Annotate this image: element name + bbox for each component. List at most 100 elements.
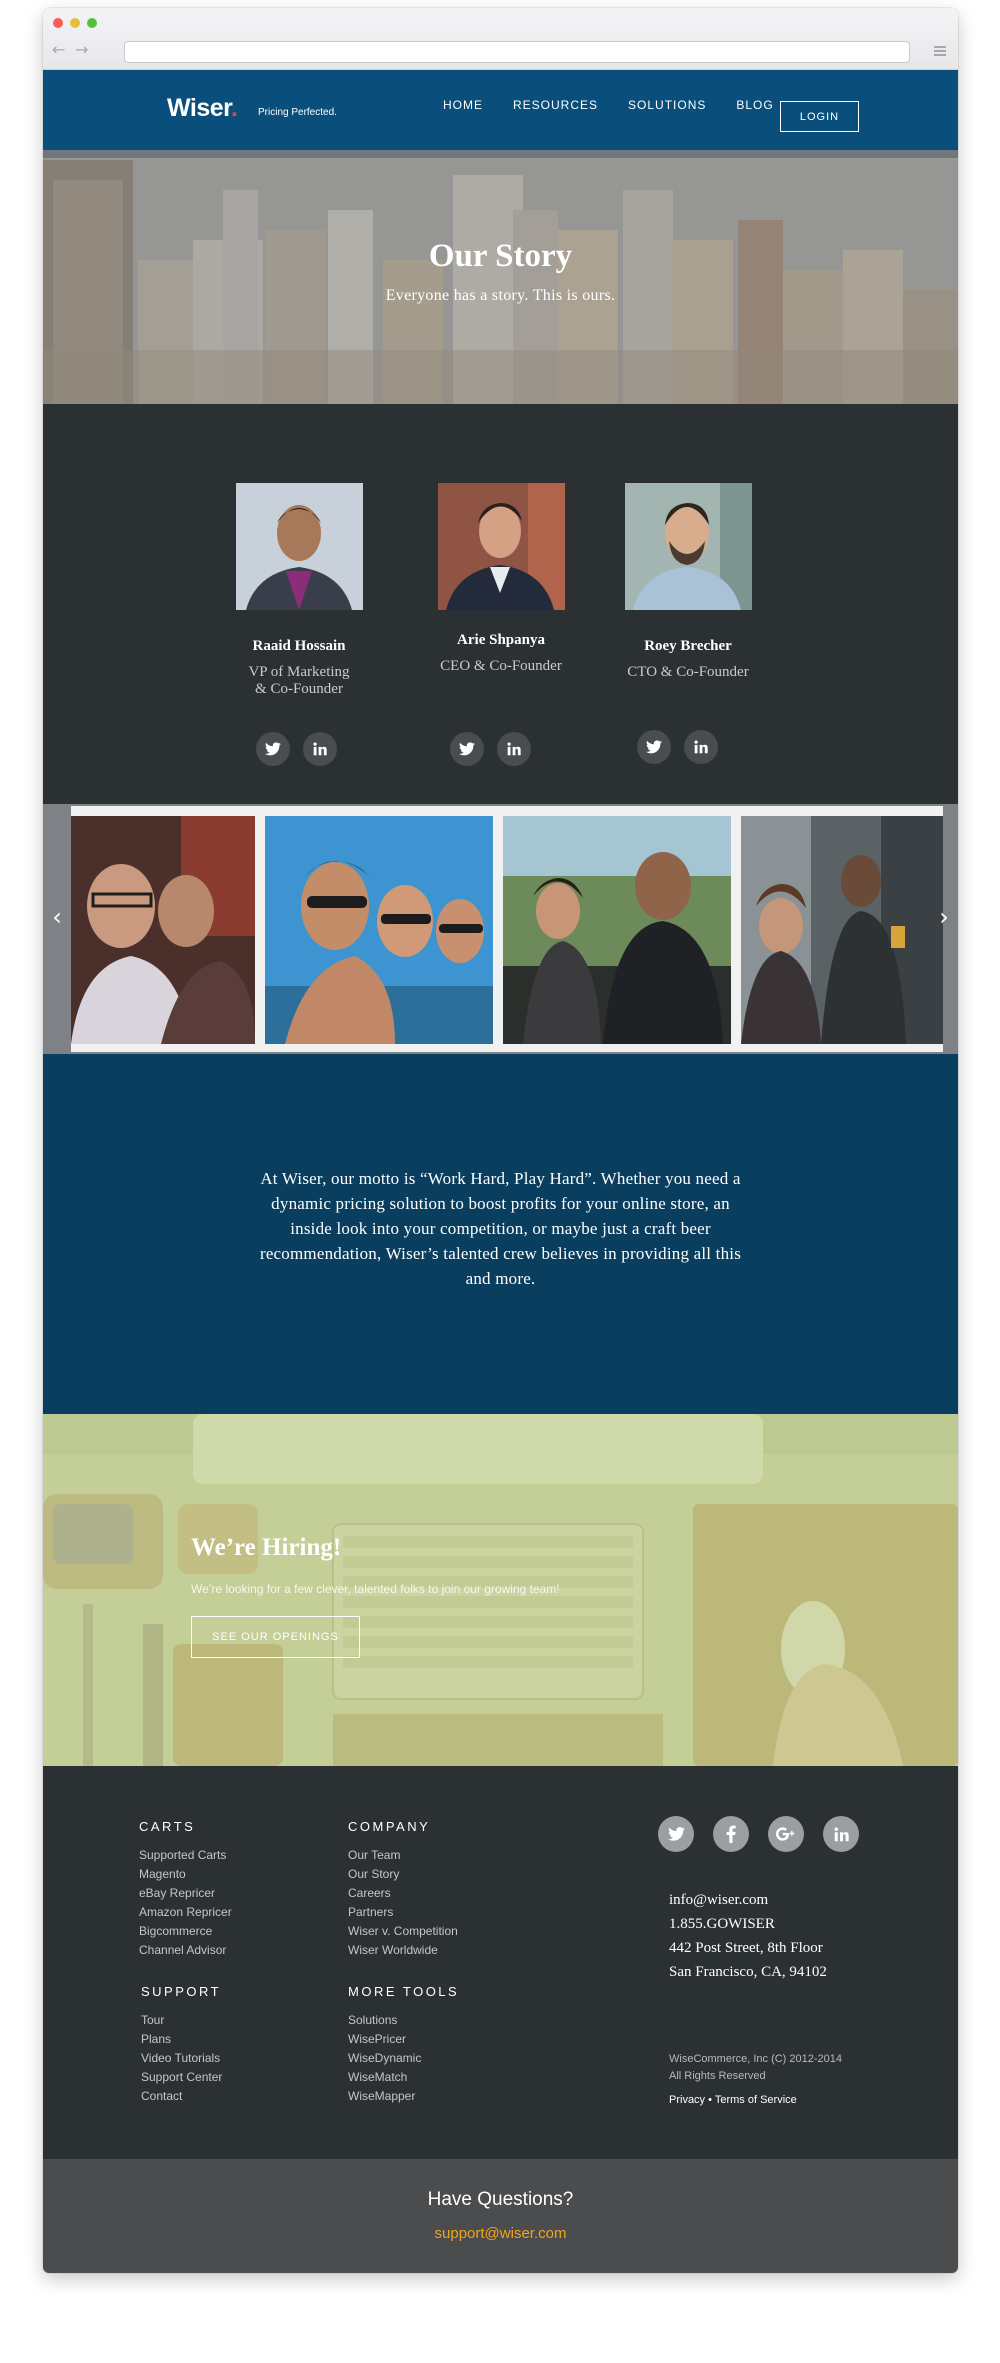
legal-separator: • bbox=[708, 2094, 712, 2106]
photo-gallery: ‹ › bbox=[43, 804, 958, 1054]
address-bar[interactable] bbox=[124, 41, 910, 63]
footer-link-our-team[interactable]: Our Team bbox=[348, 1846, 458, 1865]
page-title: Our Story bbox=[428, 238, 573, 274]
footer-link-magento[interactable]: Magento bbox=[139, 1865, 232, 1884]
legal-links: Privacy • Terms of Service bbox=[669, 2094, 797, 2106]
contact-address-line2: San Francisco, CA, 94102 bbox=[669, 1964, 827, 1980]
contact-email[interactable]: info@wiser.com bbox=[669, 1888, 827, 1912]
google-plus-icon[interactable] bbox=[768, 1816, 804, 1852]
hiring-title: We’re Hiring! bbox=[191, 1534, 342, 1561]
twitter-icon[interactable] bbox=[256, 732, 290, 766]
footer-link-amazon-repricer[interactable]: Amazon Repricer bbox=[139, 1903, 232, 1922]
contact-phone[interactable]: 1.855.GOWISER bbox=[669, 1912, 827, 1936]
footer-link-channel-advisor[interactable]: Channel Advisor bbox=[139, 1941, 232, 1960]
rights-text: All Rights Reserved bbox=[669, 2070, 766, 2082]
team-member-name: Arie Shpanya bbox=[457, 632, 545, 648]
forward-arrow-icon[interactable]: → bbox=[75, 42, 88, 58]
legal-text: WiseCommerce, Inc (C) 2012-2014 All Righ… bbox=[669, 2051, 842, 2085]
copyright-text: WiseCommerce, Inc (C) 2012-2014 bbox=[669, 2053, 843, 2065]
page-subtitle: Everyone has a story. This is ours. bbox=[385, 287, 616, 304]
footer-link-tour[interactable]: Tour bbox=[141, 2011, 222, 2030]
footer-social-links bbox=[658, 1816, 859, 1852]
nav-blog[interactable]: BLOG bbox=[736, 98, 773, 112]
footer-link-solutions[interactable]: Solutions bbox=[348, 2011, 459, 2030]
questions-section: Have Questions? support@wiser.com bbox=[43, 2159, 958, 2273]
close-window-button[interactable] bbox=[53, 18, 63, 28]
facebook-icon[interactable] bbox=[713, 1816, 749, 1852]
team-member-raaid: Raaid Hossain VP of Marketing & Co-Founde… bbox=[199, 483, 399, 698]
nav-solutions[interactable]: SOLUTIONS bbox=[628, 98, 706, 112]
nav-resources[interactable]: RESOURCES bbox=[513, 98, 598, 112]
team-member-photo bbox=[624, 483, 752, 610]
support-email-link[interactable]: support@wiser.com bbox=[43, 2225, 958, 2242]
footer-link-support-center[interactable]: Support Center bbox=[141, 2068, 222, 2087]
minimize-window-button[interactable] bbox=[70, 18, 80, 28]
maximize-window-button[interactable] bbox=[87, 18, 97, 28]
gallery-photo[interactable] bbox=[265, 816, 493, 1044]
linkedin-icon[interactable] bbox=[823, 1816, 859, 1852]
privacy-link[interactable]: Privacy bbox=[669, 2094, 705, 2106]
hero-divider bbox=[43, 150, 958, 158]
team-section: Raaid Hossain VP of Marketing & Co-Founde… bbox=[43, 404, 958, 804]
gallery-photo[interactable] bbox=[741, 816, 943, 1044]
team-member-name: Roey Brecher bbox=[644, 638, 732, 654]
nav-home[interactable]: HOME bbox=[443, 98, 483, 112]
footer-carts-column: CARTS Supported Carts Magento eBay Repri… bbox=[139, 1819, 232, 1960]
twitter-icon[interactable] bbox=[658, 1816, 694, 1852]
footer-support-column: SUPPORT Tour Plans Video Tutorials Suppo… bbox=[141, 1984, 222, 2106]
questions-title: Have Questions? bbox=[427, 2189, 574, 2210]
footer-heading: SUPPORT bbox=[141, 1984, 222, 1999]
contact-address-line1: 442 Post Street, 8th Floor bbox=[669, 1940, 823, 1956]
footer-link-our-story[interactable]: Our Story bbox=[348, 1865, 458, 1884]
footer-link-supported-carts[interactable]: Supported Carts bbox=[139, 1846, 232, 1865]
team-member-socials bbox=[450, 732, 531, 766]
linkedin-icon[interactable] bbox=[684, 730, 718, 764]
footer-link-wiser-v-competition[interactable]: Wiser v. Competition bbox=[348, 1922, 458, 1941]
team-member-photo bbox=[437, 483, 565, 610]
hiring-subtitle: We’re looking for a few clever, talented… bbox=[191, 1582, 560, 1596]
browser-window: ← → Wiser. Pricing Perfected. HOME RESOU… bbox=[43, 8, 958, 2273]
wiser-logo[interactable]: Wiser. bbox=[167, 94, 238, 123]
footer-link-bigcommerce[interactable]: Bigcommerce bbox=[139, 1922, 232, 1941]
gallery-next-button[interactable]: › bbox=[930, 902, 958, 932]
team-member-role: VP of Marketing & Co-Founder bbox=[248, 664, 350, 697]
linkedin-icon[interactable] bbox=[303, 732, 337, 766]
footer-link-partners[interactable]: Partners bbox=[348, 1903, 458, 1922]
login-button[interactable]: LOGIN bbox=[780, 101, 859, 132]
terms-link[interactable]: Terms of Service bbox=[715, 2094, 797, 2106]
footer-heading: MORE TOOLS bbox=[348, 1984, 460, 1999]
main-nav: HOME RESOURCES SOLUTIONS BLOG bbox=[443, 98, 804, 112]
team-member-name: Raaid Hossain bbox=[252, 638, 346, 654]
footer-link-wiser-worldwide[interactable]: Wiser Worldwide bbox=[348, 1941, 458, 1960]
footer-link-contact[interactable]: Contact bbox=[141, 2087, 222, 2106]
tagline: Pricing Perfected. bbox=[258, 107, 337, 118]
footer-company-column: COMPANY Our Team Our Story Careers Partn… bbox=[348, 1819, 458, 1960]
hiring-section: We’re Hiring! We’re looking for a few cl… bbox=[43, 1414, 958, 1766]
hamburger-menu-icon[interactable] bbox=[934, 46, 946, 56]
linkedin-icon[interactable] bbox=[497, 732, 531, 766]
see-openings-button[interactable]: SEE OUR OPENINGS bbox=[191, 1616, 360, 1658]
footer-link-video-tutorials[interactable]: Video Tutorials bbox=[141, 2049, 222, 2068]
gallery-photo[interactable] bbox=[503, 816, 731, 1044]
gallery-prev-button[interactable]: ‹ bbox=[43, 902, 71, 932]
footer-link-wisepricer[interactable]: WisePricer bbox=[348, 2030, 459, 2049]
footer-link-ebay-repricer[interactable]: eBay Repricer bbox=[139, 1884, 232, 1903]
gallery-track bbox=[71, 806, 943, 1052]
team-member-role: CTO & Co-Founder bbox=[627, 664, 749, 680]
back-arrow-icon[interactable]: ← bbox=[52, 42, 65, 58]
hero-banner: Our Story Everyone has a story. This is … bbox=[43, 150, 958, 404]
site-footer: CARTS Supported Carts Magento eBay Repri… bbox=[43, 1766, 958, 2159]
footer-link-careers[interactable]: Careers bbox=[348, 1884, 458, 1903]
footer-link-wisedynamic[interactable]: WiseDynamic bbox=[348, 2049, 459, 2068]
footer-link-wisemapper[interactable]: WiseMapper bbox=[348, 2087, 459, 2106]
twitter-icon[interactable] bbox=[450, 732, 484, 766]
twitter-icon[interactable] bbox=[637, 730, 671, 764]
team-member-arie: Arie Shpanya CEO & Co-Founder bbox=[401, 483, 601, 675]
footer-link-wisematch[interactable]: WiseMatch bbox=[348, 2068, 459, 2087]
gallery-photo[interactable] bbox=[71, 816, 255, 1044]
browser-chrome: ← → bbox=[43, 8, 958, 70]
site-header: Wiser. Pricing Perfected. HOME RESOURCES… bbox=[43, 70, 958, 150]
footer-tools-column: MORE TOOLS Solutions WisePricer WiseDyna… bbox=[348, 1984, 459, 2106]
footer-heading: COMPANY bbox=[348, 1819, 431, 1834]
footer-link-plans[interactable]: Plans bbox=[141, 2030, 222, 2049]
